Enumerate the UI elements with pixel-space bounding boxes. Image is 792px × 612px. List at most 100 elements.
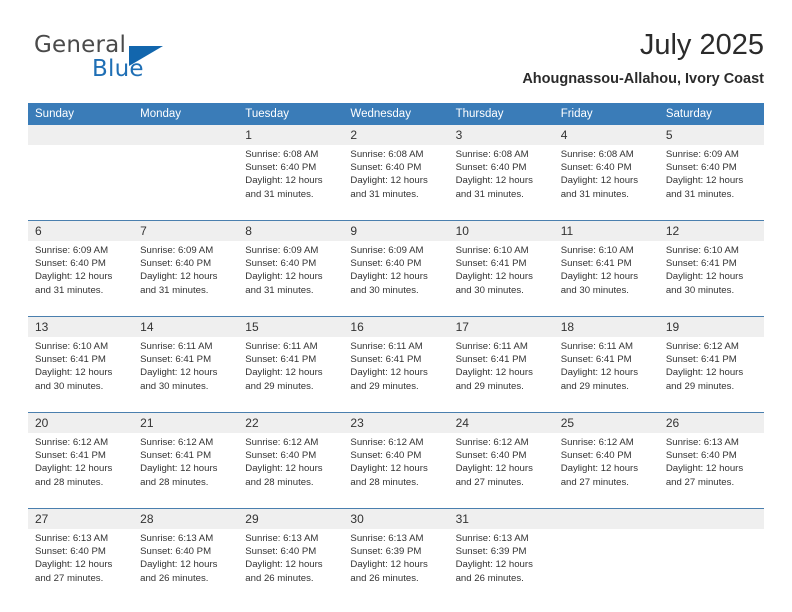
day-number[interactable]: 17: [448, 317, 554, 337]
daylight-text-line2: and 30 minutes.: [455, 284, 524, 296]
day-cell[interactable]: Sunrise: 6:12 AM Sunset: 6:40 PM Daylight:…: [343, 433, 449, 509]
day-cell[interactable]: Sunrise: 6:12 AM Sunset: 6:41 PM Daylight:…: [133, 433, 239, 509]
day-cell[interactable]: Sunrise: 6:13 AM Sunset: 6:40 PM Daylight:…: [658, 433, 764, 509]
day-number[interactable]: 3: [448, 125, 554, 145]
day-cell[interactable]: Sunrise: 6:13 AM Sunset: 6:39 PM Daylight:…: [448, 529, 554, 604]
day-cell[interactable]: Sunrise: 6:09 AM Sunset: 6:40 PM Daylight:…: [133, 241, 239, 317]
day-number[interactable]: 8: [238, 221, 344, 241]
daylight-text-line1: Daylight: 12 hours: [35, 271, 113, 283]
day-number[interactable]: 15: [238, 317, 344, 337]
daylight-text-line2: and 26 minutes.: [350, 572, 419, 584]
sunset-text: Sunset: 6:40 PM: [665, 450, 737, 462]
day-info-row: Sunrise: 6:09 AM Sunset: 6:40 PM Daylight:…: [28, 241, 764, 317]
sunset-text: Sunset: 6:40 PM: [455, 450, 527, 462]
daylight-text-line1: Daylight: 12 hours: [455, 463, 533, 475]
sunrise-text: Sunrise: 6:12 AM: [665, 341, 739, 352]
day-cell[interactable]: Sunrise: 6:09 AM Sunset: 6:40 PM Daylight:…: [238, 241, 344, 317]
general-blue-logo[interactable]: General Blue: [34, 32, 214, 84]
sunset-text: Sunset: 6:40 PM: [245, 546, 317, 558]
weekday-header-monday: Monday: [133, 103, 239, 125]
day-cell[interactable]: Sunrise: 6:12 AM Sunset: 6:41 PM Daylight:…: [658, 337, 764, 413]
day-number[interactable]: 24: [448, 413, 554, 433]
day-number[interactable]: 27: [28, 509, 134, 529]
day-number[interactable]: 23: [343, 413, 449, 433]
day-number[interactable]: 21: [133, 413, 239, 433]
sunset-text: Sunset: 6:40 PM: [350, 258, 422, 270]
daylight-text-line1: Daylight: 12 hours: [35, 559, 113, 571]
day-info-row: Sunrise: 6:08 AM Sunset: 6:40 PM Daylight:…: [28, 145, 764, 221]
calendar-table: Sunday Monday Tuesday Wednesday Thursday…: [28, 103, 764, 604]
sunrise-text: Sunrise: 6:13 AM: [245, 533, 319, 544]
day-number[interactable]: 26: [658, 413, 764, 433]
day-cell[interactable]: Sunrise: 6:09 AM Sunset: 6:40 PM Daylight:…: [658, 145, 764, 221]
daylight-text-line1: Daylight: 12 hours: [350, 367, 428, 379]
day-number[interactable]: 7: [133, 221, 239, 241]
day-cell[interactable]: Sunrise: 6:11 AM Sunset: 6:41 PM Daylight:…: [448, 337, 554, 413]
day-number[interactable]: 19: [658, 317, 764, 337]
sunset-text: Sunset: 6:41 PM: [455, 354, 527, 366]
day-number[interactable]: 10: [448, 221, 554, 241]
day-number[interactable]: 28: [133, 509, 239, 529]
day-cell[interactable]: Sunrise: 6:08 AM Sunset: 6:40 PM Daylight:…: [343, 145, 449, 221]
day-cell[interactable]: Sunrise: 6:08 AM Sunset: 6:40 PM Daylight:…: [448, 145, 554, 221]
day-number[interactable]: 14: [133, 317, 239, 337]
daylight-text-line2: and 29 minutes.: [665, 380, 735, 392]
day-number[interactable]: 13: [28, 317, 134, 337]
day-number[interactable]: 1: [238, 125, 344, 145]
day-cell[interactable]: Sunrise: 6:11 AM Sunset: 6:41 PM Daylight:…: [238, 337, 344, 413]
day-cell[interactable]: Sunrise: 6:12 AM Sunset: 6:40 PM Daylight:…: [448, 433, 554, 509]
day-cell[interactable]: Sunrise: 6:11 AM Sunset: 6:41 PM Daylight:…: [343, 337, 449, 413]
logo-text-blue: Blue: [92, 56, 144, 82]
weekday-header-row: Sunday Monday Tuesday Wednesday Thursday…: [28, 103, 764, 125]
day-cell[interactable]: Sunrise: 6:13 AM Sunset: 6:40 PM Daylight:…: [28, 529, 134, 604]
daylight-text-line1: Daylight: 12 hours: [350, 175, 428, 187]
day-number[interactable]: 22: [238, 413, 344, 433]
day-number-row: 20 21 22 23 24 25 26: [28, 413, 764, 433]
day-number-row: 6 7 8 9 10 11 12: [28, 221, 764, 241]
sunset-text: Sunset: 6:41 PM: [245, 354, 317, 366]
day-cell[interactable]: Sunrise: 6:13 AM Sunset: 6:40 PM Daylight:…: [238, 529, 344, 604]
sunset-text: Sunset: 6:40 PM: [35, 546, 106, 558]
daylight-text-line1: Daylight: 12 hours: [455, 175, 533, 187]
day-cell[interactable]: Sunrise: 6:10 AM Sunset: 6:41 PM Daylight:…: [28, 337, 134, 413]
sunset-text: Sunset: 6:41 PM: [560, 258, 632, 270]
day-cell[interactable]: Sunrise: 6:11 AM Sunset: 6:41 PM Daylight:…: [553, 337, 659, 413]
day-cell[interactable]: Sunrise: 6:13 AM Sunset: 6:40 PM Daylight:…: [133, 529, 239, 604]
day-cell[interactable]: Sunrise: 6:12 AM Sunset: 6:40 PM Daylight:…: [553, 433, 659, 509]
day-cell[interactable]: Sunrise: 6:12 AM Sunset: 6:41 PM Daylight:…: [28, 433, 134, 509]
day-cell[interactable]: Sunrise: 6:10 AM Sunset: 6:41 PM Daylight:…: [448, 241, 554, 317]
day-number[interactable]: 31: [448, 509, 554, 529]
day-cell[interactable]: Sunrise: 6:11 AM Sunset: 6:41 PM Daylight:…: [133, 337, 239, 413]
day-number[interactable]: 9: [343, 221, 449, 241]
day-cell[interactable]: Sunrise: 6:08 AM Sunset: 6:40 PM Daylight:…: [238, 145, 344, 221]
day-number[interactable]: 12: [658, 221, 764, 241]
day-number[interactable]: 6: [28, 221, 134, 241]
day-number[interactable]: 11: [553, 221, 659, 241]
day-number[interactable]: 20: [28, 413, 134, 433]
day-cell[interactable]: Sunrise: 6:13 AM Sunset: 6:39 PM Daylight:…: [343, 529, 449, 604]
day-number[interactable]: 29: [238, 509, 344, 529]
day-number[interactable]: 18: [553, 317, 659, 337]
day-number-empty: [133, 125, 239, 145]
day-cell[interactable]: Sunrise: 6:09 AM Sunset: 6:40 PM Daylight:…: [343, 241, 449, 317]
daylight-text-line1: Daylight: 12 hours: [560, 175, 639, 187]
day-cell[interactable]: Sunrise: 6:09 AM Sunset: 6:40 PM Daylight:…: [28, 241, 134, 317]
day-cell[interactable]: Sunrise: 6:08 AM Sunset: 6:40 PM Daylight:…: [553, 145, 659, 221]
day-number[interactable]: 5: [658, 125, 764, 145]
calendar-page: General Blue July 2025 Ahougnassou-Allah…: [0, 0, 792, 612]
weekday-header-wednesday: Wednesday: [343, 103, 449, 125]
day-number[interactable]: 2: [343, 125, 449, 145]
page-title: July 2025: [639, 29, 764, 61]
sunset-text: Sunset: 6:40 PM: [560, 450, 632, 462]
sunrise-text: Sunrise: 6:13 AM: [665, 437, 739, 448]
daylight-text-line1: Daylight: 12 hours: [140, 463, 218, 475]
daylight-text-line2: and 27 minutes.: [560, 476, 629, 488]
day-number[interactable]: 30: [343, 509, 449, 529]
day-cell[interactable]: Sunrise: 6:12 AM Sunset: 6:40 PM Daylight:…: [238, 433, 344, 509]
day-number[interactable]: 16: [343, 317, 449, 337]
sunrise-text: Sunrise: 6:08 AM: [245, 149, 319, 160]
day-cell[interactable]: Sunrise: 6:10 AM Sunset: 6:41 PM Daylight:…: [658, 241, 764, 317]
day-number[interactable]: 25: [553, 413, 659, 433]
day-cell[interactable]: Sunrise: 6:10 AM Sunset: 6:41 PM Daylight:…: [553, 241, 659, 317]
day-number[interactable]: 4: [553, 125, 659, 145]
